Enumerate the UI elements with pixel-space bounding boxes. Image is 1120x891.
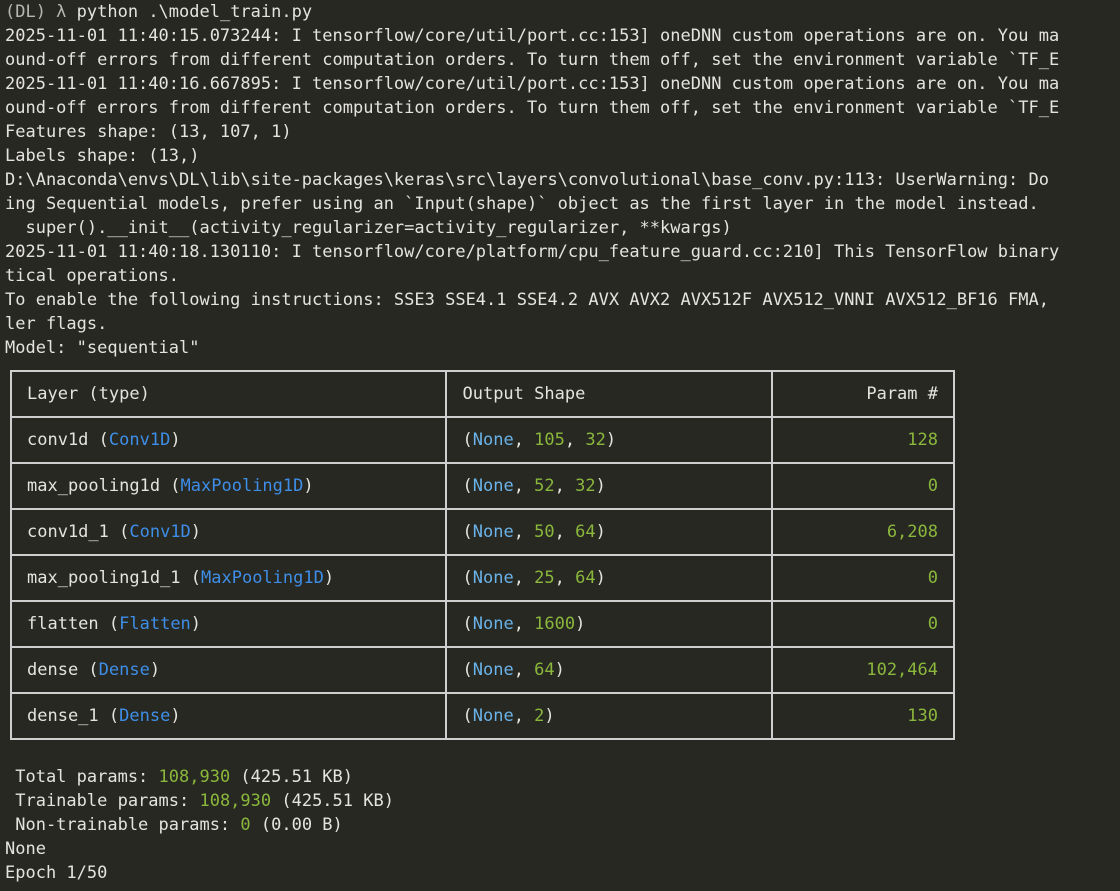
shape-none: None bbox=[472, 476, 514, 496]
output-shape-cell: (None, 1600) bbox=[445, 600, 774, 648]
shape-dim: 2 bbox=[534, 706, 545, 726]
table-row: max_pooling1d (MaxPooling1D) (None, 52, … bbox=[9, 462, 955, 510]
total-params-value: 108,930 bbox=[158, 767, 231, 787]
log-line: To enable the following instructions: SS… bbox=[5, 290, 1049, 310]
column-header-output-shape: Output Shape bbox=[445, 370, 774, 418]
log-line: Features shape: (13, 107, 1) bbox=[5, 122, 292, 142]
trainable-params-value: 108,930 bbox=[199, 791, 272, 811]
trainable-params-label: Trainable params: bbox=[5, 791, 200, 811]
shape-dim: 64 bbox=[534, 660, 555, 680]
terminal-window[interactable]: (DL) λ python .\model_train.py 2025-11-0… bbox=[0, 0, 1120, 891]
nontrainable-params-size: (0.00 B) bbox=[250, 815, 343, 835]
output-shape-cell: (None, 64) bbox=[445, 646, 774, 694]
total-params-size: (425.51 KB) bbox=[230, 767, 354, 787]
shape-dim: 1600 bbox=[534, 614, 576, 634]
shape-dim: 64 bbox=[575, 522, 596, 542]
param-count: 6,208 bbox=[771, 508, 955, 556]
layer-name: max_pooling1d_1 bbox=[27, 568, 181, 588]
shape-dim: 25 bbox=[534, 568, 555, 588]
prompt-env: (DL) λ bbox=[5, 2, 67, 22]
prompt-command: python .\model_train.py bbox=[76, 2, 313, 22]
log-line: ing Sequential models, prefer using an `… bbox=[5, 194, 1039, 214]
table-row: max_pooling1d_1 (MaxPooling1D) (None, 25… bbox=[9, 554, 955, 602]
layer-type: MaxPooling1D bbox=[201, 568, 324, 588]
table-row: conv1d (Conv1D) (None, 105, 32) 128 bbox=[9, 416, 955, 464]
layer-type: Dense bbox=[119, 706, 171, 726]
shape-dim: 32 bbox=[575, 476, 596, 496]
log-line: D:\Anaconda\envs\DL\lib\site-packages\ke… bbox=[5, 170, 1049, 190]
log-line: Labels shape: (13,) bbox=[5, 146, 200, 166]
layer-cell: max_pooling1d_1 (MaxPooling1D) bbox=[9, 554, 448, 602]
output-shape-cell: (None, 52, 32) bbox=[445, 462, 774, 510]
nontrainable-params-line: Non-trainable params: 0 (0.00 B) bbox=[5, 813, 343, 837]
layer-type: Dense bbox=[98, 660, 150, 680]
table-header-row: Layer (type) Output Shape Param # bbox=[9, 370, 955, 418]
layer-cell: conv1d_1 (Conv1D) bbox=[9, 508, 448, 556]
shape-none: None bbox=[472, 522, 514, 542]
shape-none: None bbox=[472, 706, 514, 726]
layer-type: Conv1D bbox=[108, 430, 171, 450]
layer-name: dense_1 bbox=[27, 706, 99, 726]
shape-dim: 32 bbox=[585, 430, 606, 450]
param-count: 128 bbox=[771, 416, 955, 464]
output-line: None bbox=[5, 839, 46, 859]
table-row: conv1d_1 (Conv1D) (None, 50, 64) 6,208 bbox=[9, 508, 955, 556]
output-shape-cell: (None, 50, 64) bbox=[445, 508, 774, 556]
layer-type: MaxPooling1D bbox=[180, 476, 304, 496]
layer-name: conv1d_1 bbox=[27, 522, 109, 542]
total-params-label: Total params: bbox=[5, 767, 159, 787]
shape-dim: 105 bbox=[534, 430, 565, 450]
shape-none: None bbox=[472, 660, 514, 680]
layer-cell: conv1d (Conv1D) bbox=[9, 416, 448, 464]
model-summary-table: Layer (type) Output Shape Param # conv1d… bbox=[9, 370, 955, 740]
layer-name: dense bbox=[27, 660, 79, 680]
shape-none: None bbox=[472, 614, 514, 634]
layer-name: conv1d bbox=[27, 430, 89, 450]
layer-cell: flatten (Flatten) bbox=[9, 600, 448, 648]
layer-cell: max_pooling1d (MaxPooling1D) bbox=[9, 462, 448, 510]
param-count: 130 bbox=[771, 692, 955, 740]
param-count: 0 bbox=[771, 462, 955, 510]
column-header-param: Param # bbox=[771, 370, 955, 418]
prompt-line: (DL) λ python .\model_train.py bbox=[5, 0, 312, 24]
shape-none: None bbox=[472, 568, 514, 588]
layer-cell: dense (Dense) bbox=[9, 646, 448, 694]
trainable-params-size: (425.51 KB) bbox=[271, 791, 394, 811]
trainable-params-line: Trainable params: 108,930 (425.51 KB) bbox=[5, 789, 394, 813]
log-line: 2025-11-01 11:40:18.130110: I tensorflow… bbox=[5, 242, 1060, 262]
log-line: ler flags. bbox=[5, 314, 108, 334]
shape-dim: 50 bbox=[534, 522, 555, 542]
shape-dim: 52 bbox=[534, 476, 555, 496]
output-shape-cell: (None, 2) bbox=[445, 692, 774, 740]
log-line: super().__init__(activity_regularizer=ac… bbox=[5, 218, 732, 238]
param-count: 102,464 bbox=[771, 646, 955, 694]
nontrainable-params-value: 0 bbox=[240, 815, 251, 835]
output-shape-cell: (None, 105, 32) bbox=[445, 416, 774, 464]
total-params-line: Total params: 108,930 (425.51 KB) bbox=[5, 765, 353, 789]
shape-dim: 64 bbox=[575, 568, 596, 588]
nontrainable-params-label: Non-trainable params: bbox=[5, 815, 241, 835]
log-line: 2025-11-01 11:40:16.667895: I tensorflow… bbox=[5, 74, 1060, 94]
epoch-line: Epoch 1/50 bbox=[5, 863, 108, 883]
log-line: ound-off errors from different computati… bbox=[5, 50, 1060, 70]
layer-cell: dense_1 (Dense) bbox=[9, 692, 448, 740]
table-row: flatten (Flatten) (None, 1600) 0 bbox=[9, 600, 955, 648]
output-shape-cell: (None, 25, 64) bbox=[445, 554, 774, 602]
log-line: tical operations. bbox=[5, 266, 179, 286]
log-line: 2025-11-01 11:40:15.073244: I tensorflow… bbox=[5, 26, 1060, 46]
table-row: dense_1 (Dense) (None, 2) 130 bbox=[9, 692, 955, 740]
layer-type: Conv1D bbox=[129, 522, 191, 542]
column-header-layer: Layer (type) bbox=[9, 370, 448, 418]
layer-name: max_pooling1d bbox=[27, 476, 161, 496]
table-row: dense (Dense) (None, 64) 102,464 bbox=[9, 646, 955, 694]
layer-name: flatten bbox=[27, 614, 99, 634]
param-count: 0 bbox=[771, 554, 955, 602]
log-line: ound-off errors from different computati… bbox=[5, 98, 1060, 118]
shape-none: None bbox=[472, 430, 514, 450]
param-count: 0 bbox=[771, 600, 955, 648]
layer-type: Flatten bbox=[119, 614, 191, 634]
model-name-line: Model: "sequential" bbox=[5, 338, 200, 358]
